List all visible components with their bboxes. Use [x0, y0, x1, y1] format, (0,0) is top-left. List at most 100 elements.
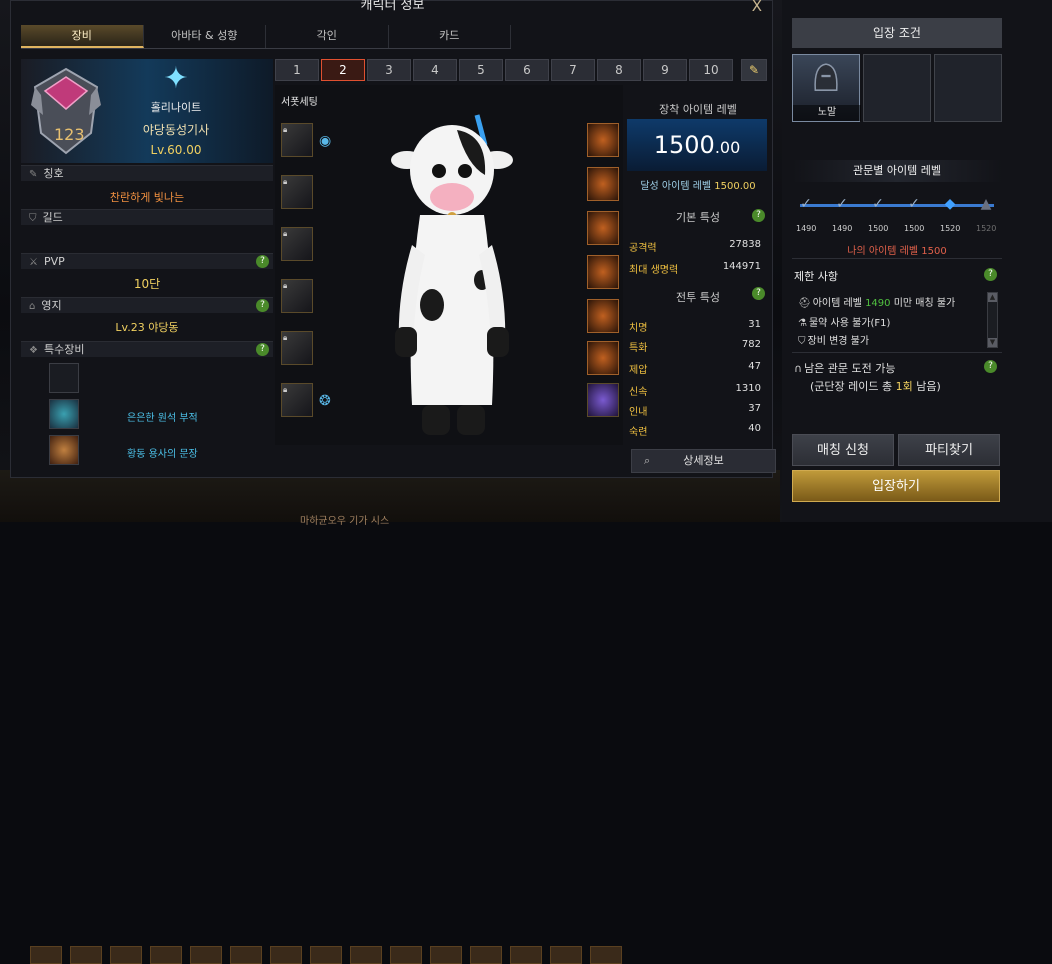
- restriction-item: ⛑︎아이템 레벨 1490 미만 매칭 불가: [798, 294, 955, 309]
- gate-node-icon: ▲: [976, 196, 996, 216]
- swords-icon: ⚔: [29, 257, 38, 268]
- restrictions-scrollbar[interactable]: ▲▼: [987, 292, 998, 348]
- stat-row: 숙련40: [629, 423, 761, 438]
- pen-icon: ✎: [29, 169, 37, 180]
- difficulty-locked-1[interactable]: [863, 54, 931, 122]
- lock-icon: 🔒︎: [283, 229, 287, 239]
- stat-row: 인내37: [629, 403, 761, 418]
- equip-slot-shoulder[interactable]: 🔒︎: [281, 175, 313, 209]
- gate-level-label: 1520: [976, 224, 996, 233]
- tab-avatar[interactable]: 아바타 & 성향: [144, 25, 267, 48]
- lock-icon: 🔒︎: [283, 177, 287, 187]
- preset-button-5[interactable]: 5: [459, 59, 503, 81]
- lock-icon: 🔒︎: [283, 125, 287, 135]
- preset-button-3[interactable]: 3: [367, 59, 411, 81]
- restriction-item: ⚗︎물약 사용 불가(F1): [798, 314, 890, 329]
- helmet-icon: [793, 55, 859, 107]
- equip-slot-chest[interactable]: 🔒︎: [281, 227, 313, 261]
- help-icon[interactable]: ?: [256, 299, 269, 312]
- equip-slot-gloves[interactable]: 🔒︎: [281, 331, 313, 365]
- gate-node-icon: ✓: [832, 196, 852, 216]
- preset-number-bar: 1 2 3 4 5 6 7 8 9 10 ✎: [275, 59, 773, 81]
- achieved-item-level: 달성 아이템 레벨 1500.00: [623, 177, 773, 192]
- tab-card[interactable]: 카드: [389, 25, 512, 48]
- lock-icon: 🔒︎: [283, 333, 287, 343]
- estate-value: Lv.23 야당동: [21, 319, 273, 335]
- detail-info-button[interactable]: ⌕상세정보: [631, 449, 776, 473]
- title-value: 찬란하게 빛나는: [21, 189, 273, 205]
- basic-stats-header: 기본 특성: [623, 209, 773, 225]
- my-item-level: 나의 아이템 레벨 1500: [782, 242, 1012, 257]
- character-view: 서폿세팅 🔒︎ ◉ 🔒︎ 🔒︎ 🔒︎ 🔒︎ 🔒︎ ❂: [275, 85, 623, 445]
- equip-slot-necklace[interactable]: [587, 123, 619, 157]
- window-title: 캐릭터 정보: [11, 1, 774, 19]
- help-icon[interactable]: ?: [984, 268, 997, 281]
- character-level: Lv.60.00: [111, 143, 241, 157]
- tab-equipment[interactable]: 장비: [21, 25, 144, 48]
- equip-slot-pants[interactable]: 🔒︎: [281, 279, 313, 313]
- equip-slot-weapon[interactable]: 🔒︎: [281, 383, 313, 417]
- stat-row: 신속1310: [629, 383, 761, 398]
- stat-row: 제압47: [629, 361, 761, 376]
- enter-button[interactable]: 입장하기: [792, 470, 1000, 502]
- preset-button-9[interactable]: 9: [643, 59, 687, 81]
- divider: [792, 258, 1002, 259]
- gate-progress: ✓ ✓ ✓ ✓ ◆ ▲ 1490 1490 1500 1500 1520 152…: [796, 192, 1002, 222]
- equip-slot-bracelet[interactable]: [587, 383, 619, 417]
- preset-button-6[interactable]: 6: [505, 59, 549, 81]
- character-info-window: 캐릭터 정보 X 장비 아바타 & 성향 각인 카드 123 ✦ 홀리나이트 야…: [10, 0, 773, 478]
- match-request-button[interactable]: 매칭 신청: [792, 434, 894, 466]
- combat-stats-header: 전투 특성: [623, 289, 773, 305]
- search-icon: ⌕: [644, 450, 650, 472]
- preset-button-10[interactable]: 10: [689, 59, 733, 81]
- edit-preset-icon[interactable]: ✎: [741, 59, 767, 81]
- divider: [792, 352, 1002, 353]
- special-slot-emblem[interactable]: [49, 435, 79, 465]
- help-icon[interactable]: ?: [752, 287, 765, 300]
- preset-button-8[interactable]: 8: [597, 59, 641, 81]
- potion-icon: ⚗︎: [798, 318, 807, 329]
- help-icon[interactable]: ?: [256, 343, 269, 356]
- tab-engraving[interactable]: 각인: [266, 25, 389, 48]
- preset-button-2[interactable]: 2: [321, 59, 365, 81]
- profile-panel: 123 ✦ 홀리나이트 야당동성기사 Lv.60.00 ✎칭호 찬란하게 빛나는…: [21, 59, 273, 471]
- stat-row: 최대 생명력144971: [629, 261, 761, 276]
- entry-conditions-header: 입장 조건: [792, 18, 1002, 48]
- close-button[interactable]: X: [752, 0, 762, 15]
- restriction-item: ⛉장비 변경 불가: [798, 332, 869, 347]
- difficulty-normal[interactable]: 노말: [792, 54, 860, 122]
- preset-button-1[interactable]: 1: [275, 59, 319, 81]
- tab-bar: 장비 아바타 & 성향 각인 카드: [21, 25, 511, 49]
- transcend-icon[interactable]: ❂: [319, 393, 331, 409]
- equip-slot-helmet[interactable]: 🔒︎: [281, 123, 313, 157]
- special-item-label: 은은한 원석 부적: [127, 409, 198, 424]
- equip-slot-ability-stone[interactable]: [587, 341, 619, 375]
- help-icon[interactable]: ?: [752, 209, 765, 222]
- eye-icon[interactable]: ◉: [319, 133, 331, 149]
- stat-row: 특화782: [629, 339, 761, 354]
- gate-level-label: 1520: [940, 224, 960, 233]
- preset-button-7[interactable]: 7: [551, 59, 595, 81]
- estate-icon: ⌂: [29, 301, 35, 312]
- special-item-label: 황동 용사의 문장: [127, 445, 198, 460]
- character-name: 야당동성기사: [111, 121, 241, 138]
- difficulty-locked-2[interactable]: [934, 54, 1002, 122]
- pvp-section: ⚔PVP?: [21, 253, 273, 269]
- special-equip-icon: ❖: [29, 345, 38, 356]
- stat-row: 치명31: [629, 319, 761, 334]
- equip-slot-ring-2[interactable]: [587, 299, 619, 333]
- item-level-display: 1500.00: [627, 119, 767, 171]
- help-icon[interactable]: ?: [256, 255, 269, 268]
- equip-slot-earring-1[interactable]: [587, 167, 619, 201]
- special-slot-empty[interactable]: [49, 363, 79, 393]
- character-model-cow: [387, 105, 517, 445]
- help-icon[interactable]: ?: [984, 360, 997, 373]
- find-party-button[interactable]: 파티찾기: [898, 434, 1000, 466]
- preset-name: 서폿세팅: [281, 93, 318, 108]
- equip-slot-earring-2[interactable]: [587, 211, 619, 245]
- special-slot-amulet[interactable]: [49, 399, 79, 429]
- equip-slot-ring-1[interactable]: [587, 255, 619, 289]
- preset-button-4[interactable]: 4: [413, 59, 457, 81]
- special-equip-section: ❖특수장비?: [21, 341, 273, 357]
- shield-icon: ⛉: [29, 213, 37, 224]
